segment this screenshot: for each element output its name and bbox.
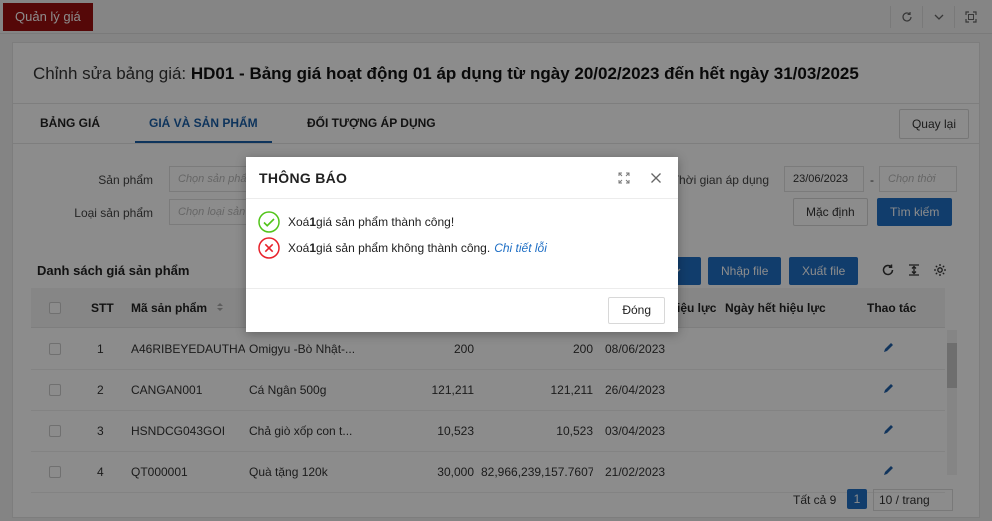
error-details-link[interactable]: Chi tiết lỗi [494,241,547,255]
error-message: Xoá 1 giá sản phẩm không thành công. Chi… [258,237,547,259]
close-icon[interactable] [648,170,664,186]
error-x-icon [258,237,280,259]
divider [246,288,678,289]
expand-icon[interactable] [616,170,632,186]
success-check-icon [258,211,280,233]
notification-modal: THÔNG BÁO Xoá 1 giá sản phẩm thành công!… [246,157,678,332]
modal-title: THÔNG BÁO [259,170,348,186]
divider [246,198,678,199]
modal-controls [616,170,664,186]
success-message: Xoá 1 giá sản phẩm thành công! [258,211,454,233]
close-button[interactable]: Đóng [608,297,665,324]
